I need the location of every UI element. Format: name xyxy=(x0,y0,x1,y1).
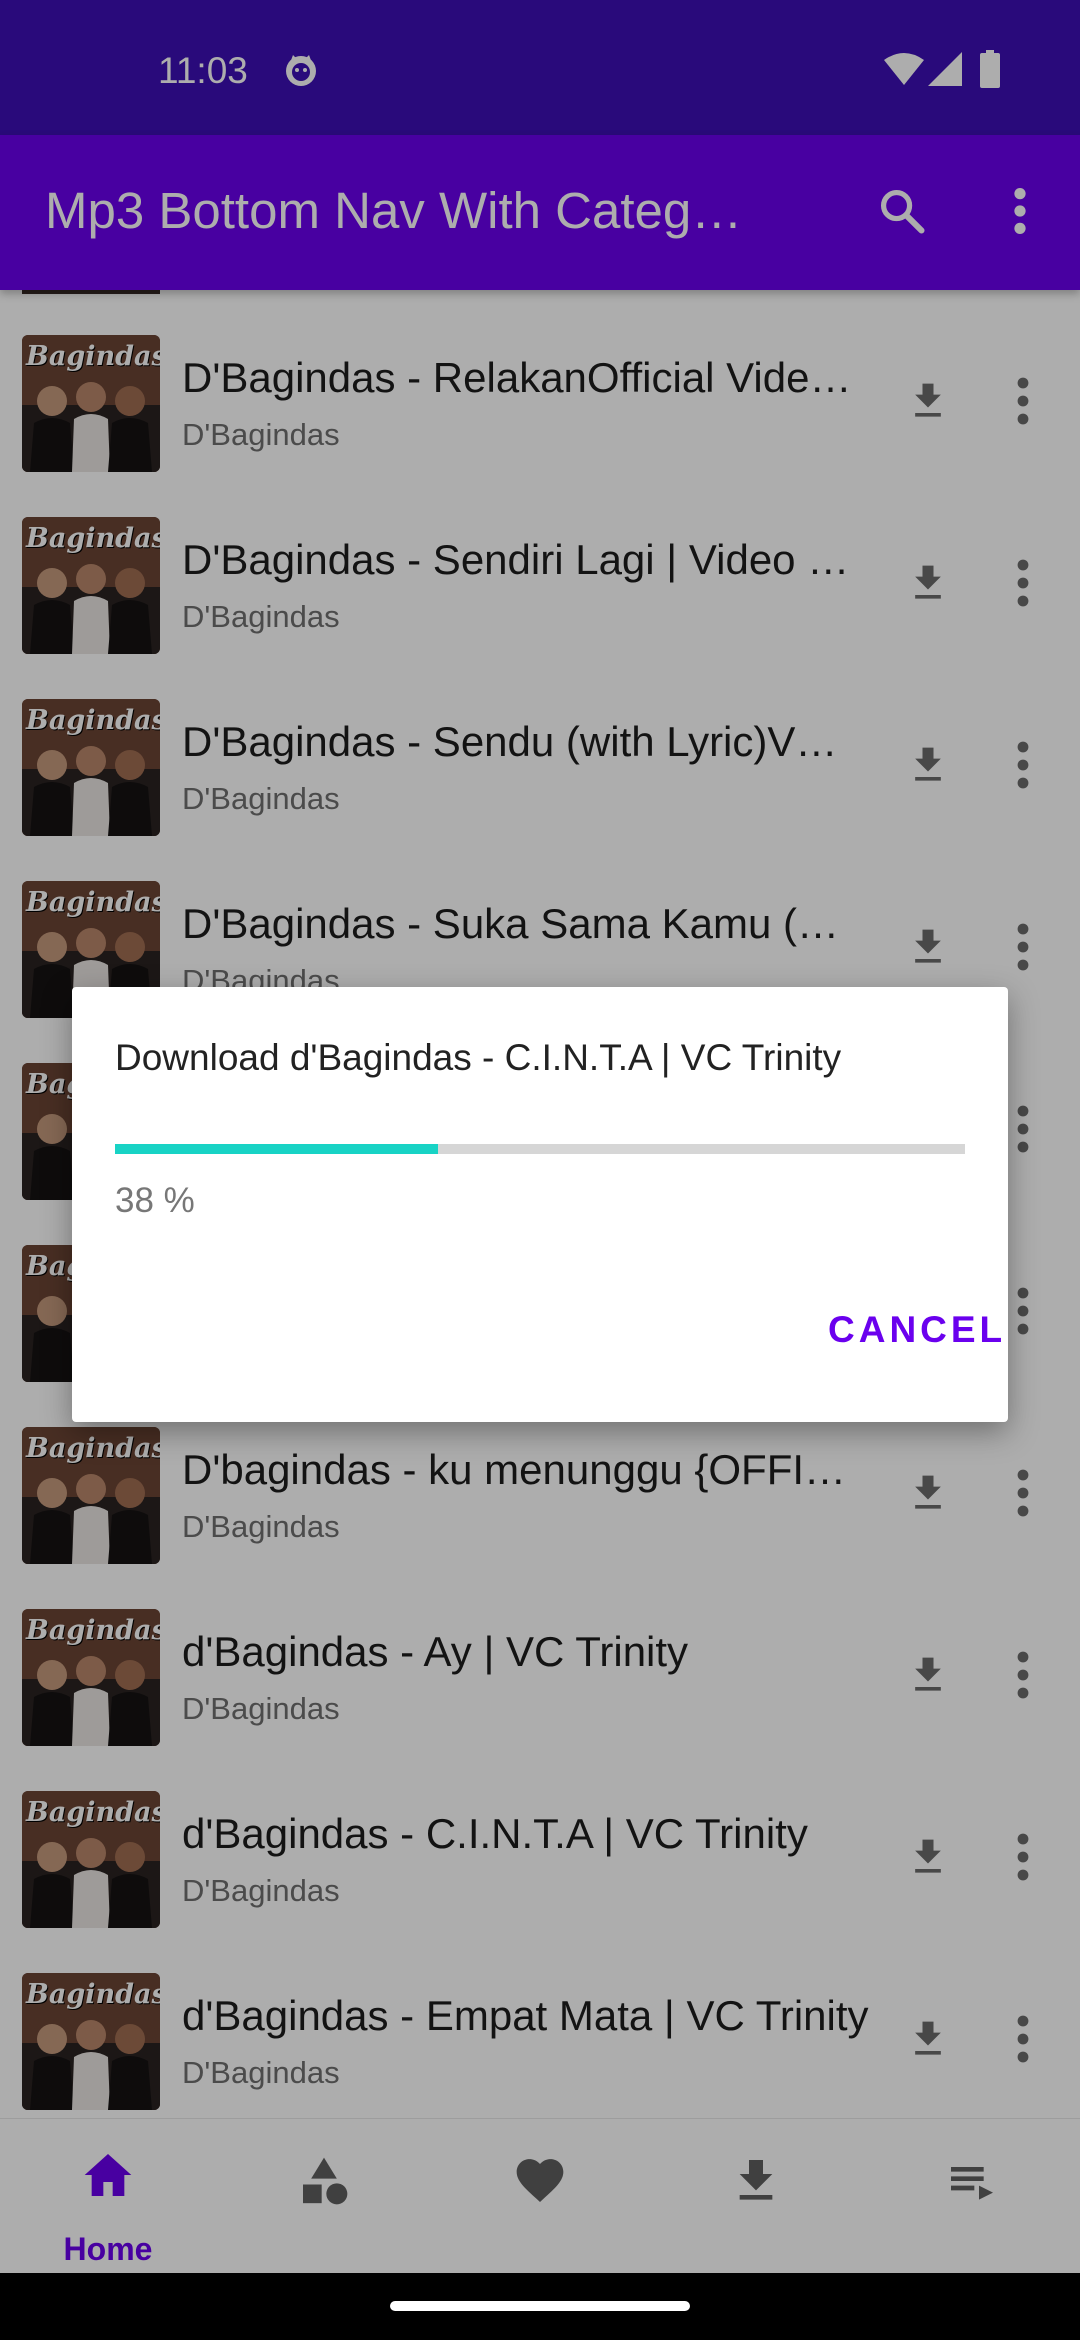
cancel-button[interactable]: CANCEL xyxy=(828,1309,1006,1351)
nav-item-home[interactable]: Home xyxy=(0,2119,216,2274)
app-bar: Mp3 Bottom Nav With Categ… xyxy=(0,135,1080,290)
progress-percent-text: 38 % xyxy=(115,1181,195,1220)
song-title: D'Bagindas - Suka Sama Kamu (… xyxy=(182,900,839,947)
dialog-title: Download d'Bagindas - C.I.N.T.A | VC Tri… xyxy=(115,1037,842,1078)
song-list-item[interactable]: Bagindas d'Bagindas - C.I.N.T.A | VC Trin… xyxy=(0,1746,1080,1928)
song-thumbnail: Bagindas xyxy=(22,1973,160,2110)
thumbnail-logo-text: Bagindas xyxy=(26,523,160,554)
song-title: D'bagindas - ku menunggu {OFFI… xyxy=(182,1446,847,1493)
download-icon[interactable] xyxy=(906,1650,950,1707)
song-title: D'Bagindas - Sendu (with Lyric)V… xyxy=(182,718,838,765)
download-icon[interactable] xyxy=(906,558,950,615)
home-icon xyxy=(84,2154,132,2196)
more-options-icon[interactable] xyxy=(1008,920,1038,979)
more-options-icon[interactable] xyxy=(1008,2012,1038,2071)
nav-label-home: Home xyxy=(63,2231,153,2267)
cat-face-notification-icon xyxy=(286,55,316,86)
more-options-icon[interactable] xyxy=(1008,738,1038,797)
more-options-icon[interactable] xyxy=(1008,1830,1038,1889)
song-artist: D'Bagindas xyxy=(182,1691,340,1726)
song-list-item[interactable]: Bagindas D'Bagindas - RelakanOfficial Vid… xyxy=(0,290,1080,472)
more-options-icon[interactable] xyxy=(1008,1466,1038,1525)
nav-item-favorites[interactable] xyxy=(432,2119,648,2274)
song-title: D'Bagindas - Sendiri Lagi | Video … xyxy=(182,536,850,583)
app-title: Mp3 Bottom Nav With Categ… xyxy=(45,182,743,239)
song-title: d'Bagindas - C.I.N.T.A | VC Trinity xyxy=(182,1810,808,1857)
nav-item-downloads[interactable] xyxy=(648,2119,864,2274)
thumbnail-logo-text: Bagindas xyxy=(26,705,160,736)
song-artist: D'Bagindas xyxy=(182,781,340,816)
more-options-icon[interactable] xyxy=(1008,374,1038,433)
download-icon[interactable] xyxy=(906,740,950,797)
song-thumbnail: Bagindas xyxy=(22,517,160,654)
song-artist: D'Bagindas xyxy=(182,599,340,634)
thumbnail-logo-text: Bagindas xyxy=(26,1797,160,1828)
download-icon[interactable] xyxy=(906,1468,950,1525)
thumbnail-logo-text: Bagindas xyxy=(26,1979,160,2010)
song-artist: D'Bagindas xyxy=(182,1509,340,1544)
thumbnail-logo-text: Bagindas xyxy=(26,1433,160,1464)
more-options-icon[interactable] xyxy=(1008,1102,1038,1161)
battery-icon xyxy=(980,50,1000,88)
favorite-icon xyxy=(516,2159,564,2202)
download-icon[interactable] xyxy=(906,1832,950,1889)
download-icon[interactable] xyxy=(906,922,950,979)
song-list-item[interactable]: Bagindas D'Bagindas - Sendu (with Lyric)V… xyxy=(0,654,1080,836)
thumbnail-logo-text: Bagindas xyxy=(26,1615,160,1646)
cellular-signal-icon xyxy=(928,52,962,86)
song-thumbnail: Bagindas xyxy=(22,335,160,472)
song-list-item[interactable]: Bagindas D'Bagindas - Sendiri Lagi | Vide… xyxy=(0,472,1080,654)
nav-item-playlist[interactable] xyxy=(864,2119,1080,2274)
more-options-icon[interactable] xyxy=(1008,1284,1038,1343)
download-progress-fill xyxy=(115,1144,438,1154)
system-gesture-bar xyxy=(0,2273,1080,2340)
song-list-item[interactable]: Bagindas d'Bagindas - Ay | VC Trinity D'Ba… xyxy=(0,1564,1080,1746)
thumbnail-logo-text: Bagindas xyxy=(26,887,160,918)
nav-item-category[interactable] xyxy=(216,2119,432,2274)
download-progress-bar xyxy=(115,1144,965,1154)
wifi-icon xyxy=(884,53,924,85)
song-thumbnail: Bagindas xyxy=(22,1609,160,1746)
category-icon xyxy=(303,2157,348,2205)
song-artist: D'Bagindas xyxy=(182,1873,340,1908)
more-vert-icon[interactable] xyxy=(1002,185,1038,237)
status-bar: 11:03 xyxy=(0,0,1080,135)
song-title: D'Bagindas - RelakanOfficial Vide… xyxy=(182,354,852,401)
song-artist: D'Bagindas xyxy=(182,417,340,452)
song-artist: D'Bagindas xyxy=(182,2055,340,2090)
song-thumbnail: Bagindas xyxy=(22,1427,160,1564)
playlist-icon xyxy=(951,2167,993,2200)
song-thumbnail: Bagindas xyxy=(22,699,160,836)
status-time: 11:03 xyxy=(158,50,248,91)
song-title: d'Bagindas - Empat Mata | VC Trinity xyxy=(182,1992,869,2039)
download-icon[interactable] xyxy=(906,376,950,433)
bottom-navigation: Home xyxy=(0,2118,1080,2273)
more-options-icon[interactable] xyxy=(1008,1648,1038,1707)
song-thumbnail: Bagindas xyxy=(22,1791,160,1928)
search-icon[interactable] xyxy=(876,185,928,237)
download-icon[interactable] xyxy=(906,2014,950,2071)
more-options-icon[interactable] xyxy=(1008,556,1038,615)
download-icon xyxy=(739,2160,773,2200)
download-dialog: Download d'Bagindas - C.I.N.T.A | VC Tri… xyxy=(72,987,1008,1422)
thumbnail-logo-text: Bagindas xyxy=(26,341,160,372)
song-title: d'Bagindas - Ay | VC Trinity xyxy=(182,1628,689,1675)
home-gesture-pill[interactable] xyxy=(390,2301,690,2311)
song-list-item[interactable]: Bagindas d'Bagindas - Empat Mata | VC Tri… xyxy=(0,1928,1080,2110)
